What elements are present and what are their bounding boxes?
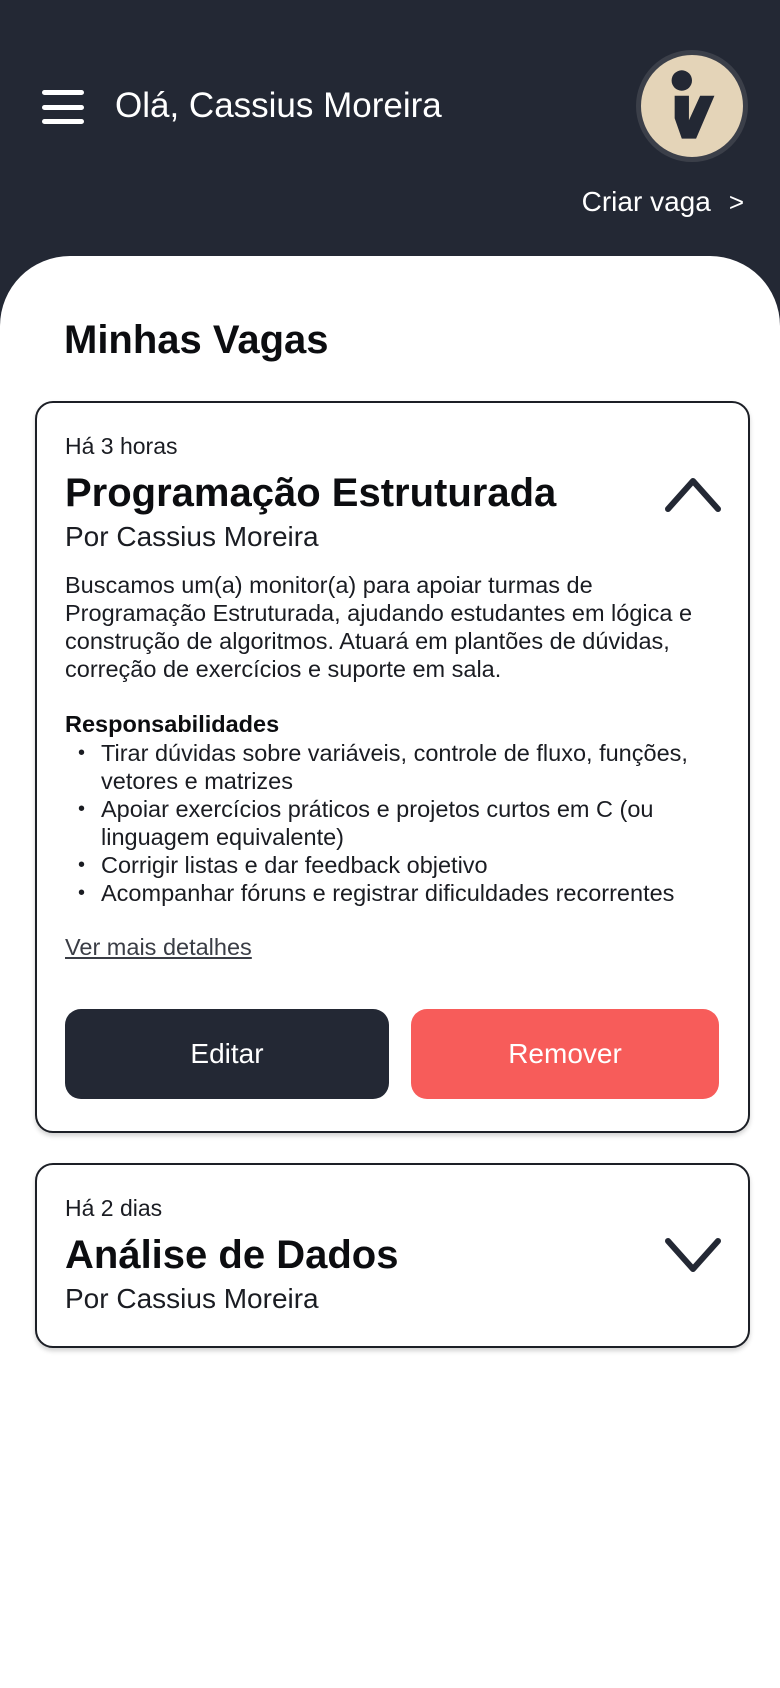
job-card: Há 3 horas Programação Estruturada Por C… [35,401,750,1133]
logo-person-icon [671,70,715,139]
edit-button[interactable]: Editar [65,1009,389,1099]
greeting-text: Olá, Cassius Moreira [115,86,442,125]
chevron-up-icon[interactable] [664,473,722,513]
create-job-link[interactable]: Criar vaga > [582,186,744,218]
app-header: Olá, Cassius Moreira Criar vaga > [0,0,780,300]
responsibilities-list: Tirar dúvidas sobre variáveis, controle … [65,739,725,907]
avatar[interactable] [636,50,748,162]
job-card[interactable]: Há 2 dias Análise de Dados Por Cassius M… [35,1163,750,1348]
list-item: Apoiar exercícios práticos e projetos cu… [65,795,725,851]
job-time: Há 3 horas [65,433,178,459]
chevron-down-icon[interactable] [664,1235,722,1275]
job-author: Por Cassius Moreira [65,1283,319,1314]
list-item: Tirar dúvidas sobre variáveis, controle … [65,739,725,795]
chevron-right-icon: > [728,186,744,217]
create-job-label: Criar vaga [581,186,711,217]
job-author: Por Cassius Moreira [65,521,319,552]
remove-button[interactable]: Remover [411,1009,719,1099]
job-title: Análise de Dados [65,1233,399,1277]
job-title: Programação Estruturada [65,471,557,515]
list-item: Corrigir listas e dar feedback objetivo [65,851,725,879]
responsibilities-heading: Responsabilidades [65,711,280,737]
more-details-link[interactable]: Ver mais detalhes [65,934,252,961]
job-time: Há 2 dias [65,1195,163,1221]
list-item: Acompanhar fóruns e registrar dificuldad… [65,879,725,907]
job-description: Buscamos um(a) monitor(a) para apoiar tu… [65,572,693,682]
page-title: Minhas Vagas [64,318,329,362]
hamburger-menu-icon[interactable] [42,90,84,124]
